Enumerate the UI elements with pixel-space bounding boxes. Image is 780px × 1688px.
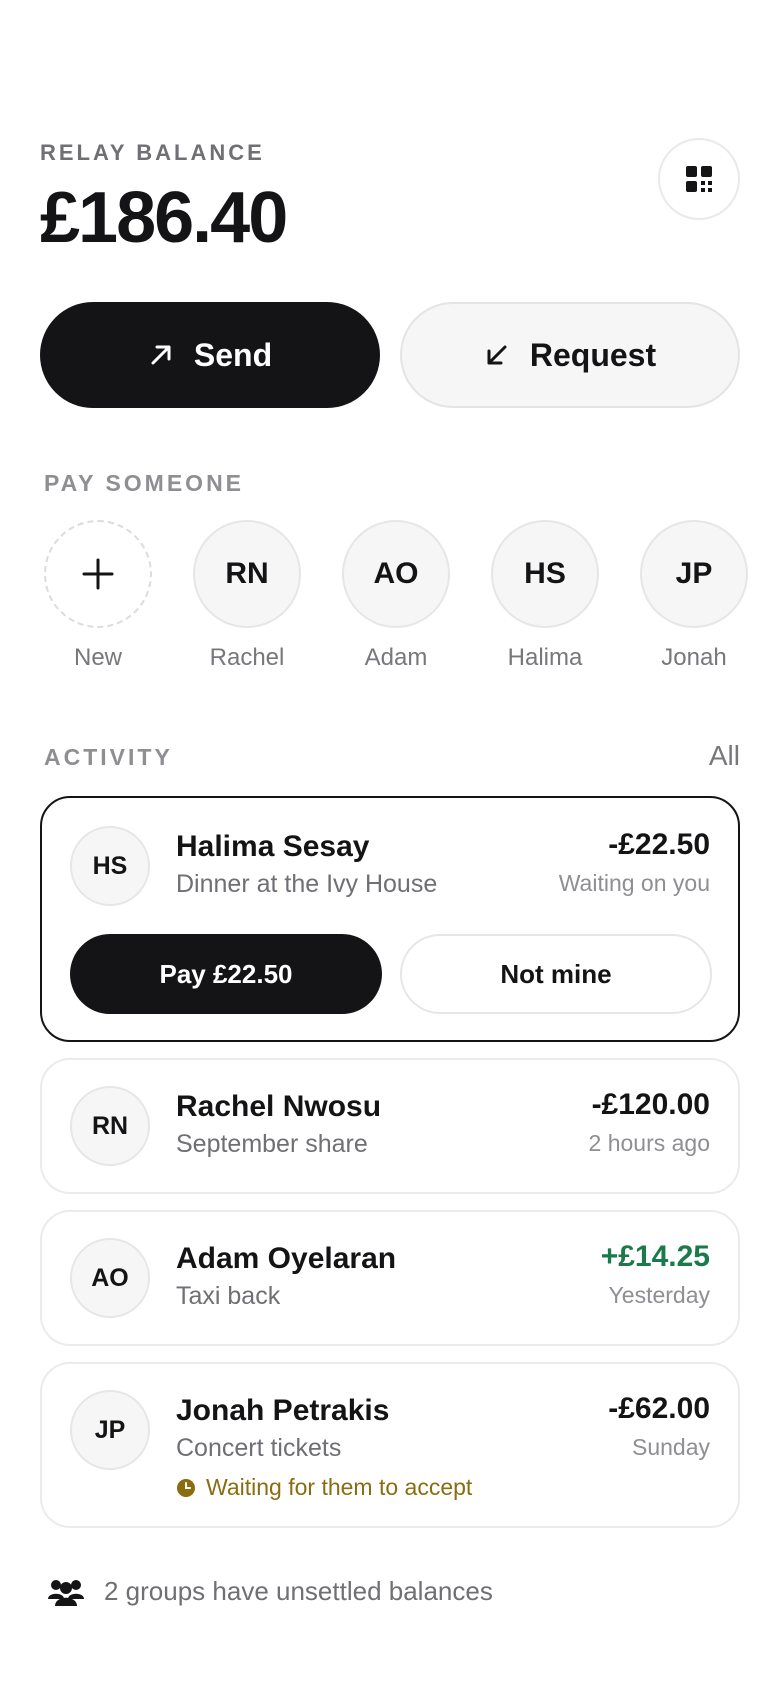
- not-mine-button[interactable]: Not mine: [400, 934, 712, 1014]
- contact-rachel[interactable]: RN Rachel: [193, 520, 301, 672]
- transaction-description: September share: [176, 1130, 368, 1158]
- balance-label: RELAY BALANCE: [40, 140, 265, 165]
- contact-name: New: [73, 644, 122, 671]
- contact-name: Jonah: [661, 644, 727, 671]
- send-label: Send: [193, 336, 273, 373]
- activity-card-adam[interactable]: AO Adam Oyelaran Taxi back +£14.25 Yeste…: [40, 1210, 740, 1346]
- request-button[interactable]: Request: [400, 302, 740, 408]
- transaction-name: Rachel Nwosu: [176, 1090, 382, 1123]
- send-button[interactable]: Send: [40, 302, 380, 408]
- balance-amount: £186.40: [40, 178, 288, 258]
- request-label: Request: [529, 336, 657, 373]
- arrow-up-right-icon: [151, 345, 171, 365]
- pending-status-text: Waiting for them to accept: [206, 1474, 473, 1500]
- activity-label: ACTIVITY: [44, 744, 173, 770]
- activity-card-rachel[interactable]: RN Rachel Nwosu September share -£120.00…: [40, 1058, 740, 1194]
- contact-avatar: RN: [193, 520, 301, 628]
- transaction-meta: Waiting on you: [558, 870, 710, 896]
- transaction-description: Dinner at the Ivy House: [176, 870, 438, 898]
- unsettled-groups-row[interactable]: 2 groups have unsettled balances: [48, 1576, 493, 1607]
- contact-name: Halima: [507, 644, 583, 671]
- avatar: JP: [70, 1390, 150, 1470]
- transaction-meta: Sunday: [631, 1434, 710, 1460]
- transaction-description: Taxi back: [176, 1282, 281, 1310]
- group-icon: [48, 1579, 84, 1606]
- avatar: RN: [70, 1086, 150, 1166]
- contact-avatar: AO: [342, 520, 450, 628]
- contact-name: Adam: [364, 644, 428, 671]
- pay-someone-label: PAY SOMEONE: [44, 470, 245, 496]
- avatar: HS: [70, 826, 150, 906]
- unsettled-groups-text: 2 groups have unsettled balances: [104, 1576, 493, 1606]
- pay-button[interactable]: Pay £22.50: [70, 934, 382, 1014]
- contact-new[interactable]: New: [44, 520, 152, 672]
- new-contact-circle: [44, 520, 152, 628]
- transaction-amount: -£120.00: [591, 1088, 710, 1121]
- transaction-amount: -£22.50: [608, 828, 710, 861]
- contact-name: Rachel: [209, 644, 285, 671]
- contact-jonah[interactable]: JP Jonah: [640, 520, 748, 672]
- transaction-name: Jonah Petrakis: [176, 1394, 390, 1427]
- qr-code-button[interactable]: [658, 138, 740, 220]
- all-activity-link[interactable]: All: [709, 740, 740, 772]
- avatar: AO: [70, 1238, 150, 1318]
- transaction-meta: Yesterday: [608, 1282, 710, 1308]
- plus-icon: [82, 558, 114, 590]
- transaction-description: Concert tickets: [176, 1434, 342, 1462]
- transaction-name: Halima Sesay: [176, 830, 370, 863]
- contact-adam[interactable]: AO Adam: [342, 520, 450, 672]
- transaction-name: Adam Oyelaran: [176, 1242, 397, 1275]
- activity-card-halima[interactable]: HS Halima Sesay Dinner at the Ivy House …: [40, 796, 740, 1042]
- contacts-row: New RN Rachel AO Adam HS Halima JP Jonah: [44, 520, 748, 672]
- activity-card-jonah[interactable]: JP Jonah Petrakis Concert tickets -£62.0…: [40, 1362, 740, 1528]
- transaction-amount: -£62.00: [608, 1392, 710, 1425]
- contact-halima[interactable]: HS Halima: [491, 520, 599, 672]
- clock-icon: [177, 1478, 195, 1497]
- qr-code-icon: [686, 166, 712, 192]
- transaction-meta: 2 hours ago: [588, 1130, 710, 1156]
- pending-status: Waiting for them to accept: [176, 1474, 472, 1501]
- contact-avatar: JP: [640, 520, 748, 628]
- arrow-down-left-icon: [487, 345, 507, 365]
- contact-avatar: HS: [491, 520, 599, 628]
- transaction-amount: +£14.25: [600, 1240, 710, 1273]
